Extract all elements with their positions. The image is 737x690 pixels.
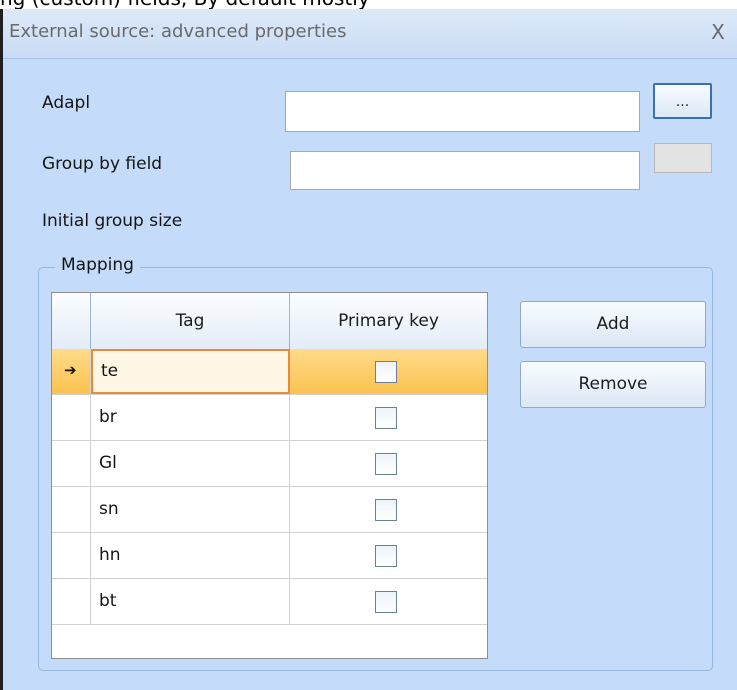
current-row-arrow-icon: ➔ [64,361,77,379]
tag-cell[interactable]: bt [91,579,290,624]
grid-header: Tag Primary key [52,293,487,350]
table-row[interactable]: sn [52,487,487,533]
adapl-label: Adapl [42,93,91,113]
primary-key-cell [290,579,487,624]
primary-key-checkbox[interactable] [375,453,397,475]
close-icon[interactable]: X [705,19,731,45]
table-row[interactable]: hn [52,533,487,579]
primary-key-checkbox[interactable] [375,545,397,567]
mapping-legend: Mapping [55,255,140,275]
initial-group-size-label: Initial group size [42,211,183,231]
row-selector-header [52,293,91,349]
group-by-field-label: Group by field [42,154,163,174]
mapping-grid[interactable]: Tag Primary key ➔ te br Gl sn hn bt [51,292,488,659]
primary-key-cell [290,441,487,486]
row-selector[interactable] [52,579,91,624]
row-selector[interactable] [52,487,91,532]
primary-key-cell [290,533,487,578]
row-selector[interactable] [52,395,91,440]
primary-key-checkbox[interactable] [375,591,397,613]
table-row[interactable]: br [52,395,487,441]
primary-key-checkbox[interactable] [375,407,397,429]
tag-cell[interactable]: te [91,349,290,394]
tag-column-header[interactable]: Tag [91,293,290,349]
background-window-strip: ng (custom) fields, By default mostly [0,0,737,9]
primary-key-cell [290,395,487,440]
row-selector[interactable] [52,533,91,578]
tag-cell[interactable]: br [91,395,290,440]
table-row[interactable]: Gl [52,441,487,487]
adapl-input[interactable] [285,91,640,132]
tag-cell[interactable]: sn [91,487,290,532]
primary-key-column-header[interactable]: Primary key [290,293,487,349]
table-row[interactable]: bt [52,579,487,625]
row-selector[interactable] [52,441,91,486]
add-button[interactable]: Add [520,301,706,348]
tag-cell[interactable]: Gl [91,441,290,486]
row-selector[interactable]: ➔ [52,349,91,394]
background-window-text: ng (custom) fields, By default mostly [0,0,370,9]
remove-button[interactable]: Remove [520,361,706,408]
primary-key-cell [290,349,487,394]
primary-key-cell [290,487,487,532]
dialog-titlebar: External source: advanced properties X [3,9,737,59]
group-by-field-browse-button [654,143,712,173]
primary-key-checkbox[interactable] [375,361,397,383]
group-by-field-input[interactable] [290,151,640,190]
dialog-title: External source: advanced properties [9,21,347,42]
table-row[interactable]: ➔ te [52,349,487,395]
primary-key-checkbox[interactable] [375,499,397,521]
browse-adapl-button[interactable]: ... [653,83,712,119]
tag-cell[interactable]: hn [91,533,290,578]
